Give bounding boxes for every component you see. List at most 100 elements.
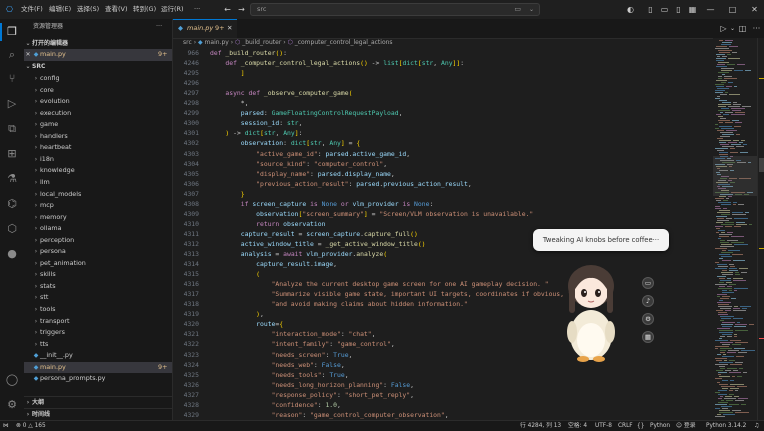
menu-run[interactable]: 运行(R) (161, 0, 184, 19)
code-line[interactable]: ] (210, 69, 245, 77)
chat-icon[interactable]: ▭ (514, 4, 521, 15)
folder-item[interactable]: › config (24, 73, 172, 85)
timeline-header[interactable]: › 时间线 (24, 408, 172, 420)
menu-edit[interactable]: 编辑(E) (49, 0, 71, 19)
folder-item[interactable]: › stats (24, 281, 172, 293)
code-line[interactable]: observation: dict[str, Any] = { (210, 139, 360, 147)
testing-icon[interactable]: ⚗ (3, 170, 21, 188)
open-editor-main-py[interactable]: ✕ ◆ main.py 9+ (24, 49, 172, 61)
pet-settings-button[interactable]: ⚙ (642, 313, 654, 325)
file-item[interactable]: ◆ __init__.py (24, 350, 172, 362)
code-line[interactable]: "needs_long_horizon_planning": False, (210, 381, 414, 389)
code-line[interactable]: "reason": "game_control_computer_observa… (210, 411, 449, 419)
code-line[interactable]: "confidence": 1.0, (210, 401, 341, 409)
code-line[interactable]: capture_result.image, (210, 260, 337, 268)
outline-header[interactable]: › 大纲 (24, 396, 172, 409)
pet-mic-button[interactable]: ♪ (642, 295, 654, 307)
vertical-scrollbar[interactable] (757, 38, 764, 420)
pet-chat-button[interactable]: ▭ (642, 277, 654, 289)
extensions-icon[interactable]: ⊞ (3, 145, 21, 163)
code-line[interactable]: active_window_title = _get_active_window… (210, 240, 426, 248)
code-line[interactable]: "Analyze the current desktop game screen… (210, 280, 549, 288)
folder-item[interactable]: › perception (24, 235, 172, 247)
maximize-button[interactable]: □ (727, 4, 738, 15)
code-line[interactable]: "intent_family": "game_control", (210, 340, 395, 348)
code-line[interactable]: def _build_router(): (210, 49, 287, 57)
source-control-icon[interactable]: ⑂ (3, 70, 21, 88)
folder-item[interactable]: › handlers (24, 131, 172, 143)
search-icon[interactable]: ⌕ (3, 46, 21, 64)
gear-icon[interactable]: ⚙ (3, 396, 21, 414)
code-line[interactable]: "previous_action_result": parsed.previou… (210, 180, 472, 188)
toggle-secondary-sidebar-icon[interactable]: ▯ (673, 4, 684, 15)
toggle-panel-icon[interactable]: ▭ (659, 4, 670, 15)
customize-layout-icon[interactable]: ▦ (687, 4, 698, 15)
code-line[interactable]: route={ (210, 320, 283, 328)
editor-more-icon[interactable]: ··· (751, 23, 762, 34)
tab-main-py[interactable]: ◆ main.py 9+ ✕ (173, 19, 237, 38)
minimize-button[interactable]: — (705, 4, 716, 15)
menu-view[interactable]: 查看(V) (105, 0, 128, 19)
breadcrumb-item[interactable]: src (183, 39, 192, 46)
folder-item[interactable]: › tts (24, 339, 172, 351)
code-line[interactable]: return observation (210, 220, 325, 228)
folder-item[interactable]: › game (24, 119, 172, 131)
minimap-viewport[interactable] (713, 156, 757, 196)
explorer-icon[interactable]: ❐ (3, 23, 21, 41)
code-line[interactable]: async def _observe_computer_game( (210, 89, 352, 97)
file-item[interactable]: ◆ main.py 9+ (24, 361, 172, 374)
code-line[interactable]: "response_policy": "short_pet_reply", (210, 391, 414, 399)
code-line[interactable]: "needs_screen": True, (210, 351, 353, 359)
code-line[interactable]: "Summarize visible game state, important… (210, 290, 572, 298)
code-line[interactable]: session_id: str, (210, 119, 303, 127)
minimap[interactable] (713, 38, 757, 420)
run-debug-icon[interactable]: ▷ (3, 95, 21, 113)
code-line[interactable]: observation["screen_summary"] = "Screen/… (210, 210, 533, 218)
chevron-down-icon[interactable]: ⌄ (529, 4, 534, 15)
folder-item[interactable]: › heartbeat (24, 142, 172, 154)
python-icon[interactable]: ⌬ (3, 195, 21, 213)
code-line[interactable]: ) -> dict[str, Any]: (210, 129, 302, 137)
folder-item[interactable]: › transport (24, 316, 172, 328)
code-line[interactable]: "interaction_mode": "chat", (210, 330, 376, 338)
folder-item[interactable]: › execution (24, 108, 172, 120)
code-line[interactable]: "needs_web": False, (210, 361, 345, 369)
pet-game-button[interactable]: ▦ (642, 331, 654, 343)
open-editors-header[interactable]: ⌄打开的编辑器 (24, 38, 172, 50)
code-line[interactable]: def _computer_control_legal_actions() ->… (210, 59, 464, 67)
close-tab-icon[interactable]: ✕ (227, 20, 232, 37)
breadcrumb-item[interactable]: main.py (205, 39, 229, 46)
code-line[interactable]: "source_kind": "computer_control", (210, 160, 387, 168)
menu-go[interactable]: 转到(G) (133, 0, 156, 19)
split-editor-icon[interactable]: ◫ (737, 23, 748, 34)
code-line[interactable]: analysis = await vlm_provider.analyze( (210, 250, 387, 258)
more-actions-icon[interactable]: ··· (156, 21, 170, 33)
command-center-search[interactable]: src ▭ ⌄ (250, 3, 540, 16)
src-root-header[interactable]: ⌄SRC (24, 61, 172, 73)
folder-item[interactable]: › pet_animation (24, 258, 172, 270)
folder-item[interactable]: › local_models (24, 189, 172, 201)
folder-item[interactable]: › evolution (24, 96, 172, 108)
code-line[interactable]: ( (210, 270, 260, 278)
pet-character[interactable] (560, 261, 622, 363)
close-window-button[interactable]: ✕ (749, 4, 760, 15)
code-line[interactable]: "needs_tools": True, (210, 371, 349, 379)
folder-item[interactable]: › llm (24, 177, 172, 189)
menu-selection[interactable]: 选择(S) (77, 0, 99, 19)
folder-item[interactable]: › core (24, 85, 172, 97)
folder-item[interactable]: › skills (24, 269, 172, 281)
code-line[interactable]: "active_game_id": parsed.active_game_id, (210, 150, 410, 158)
folder-item[interactable]: › mcp (24, 200, 172, 212)
folder-item[interactable]: › memory (24, 212, 172, 224)
account-icon[interactable]: ◯ (3, 371, 21, 389)
code-line[interactable]: ), (210, 310, 264, 318)
forward-arrow-icon[interactable]: → (236, 4, 247, 15)
code-line[interactable]: parsed: GameFloatingControlRequestPayloa… (210, 109, 403, 117)
file-item[interactable]: ◆ persona_prompts.py (24, 373, 172, 385)
folder-item[interactable]: › triggers (24, 327, 172, 339)
breadcrumb-item[interactable]: _build_router (242, 39, 281, 46)
menu-more[interactable]: ··· (194, 0, 200, 19)
code-line[interactable]: "display_name": parsed.display_name, (210, 170, 395, 178)
copilot-icon[interactable]: ◐ (625, 4, 636, 15)
back-arrow-icon[interactable]: ← (222, 4, 233, 15)
